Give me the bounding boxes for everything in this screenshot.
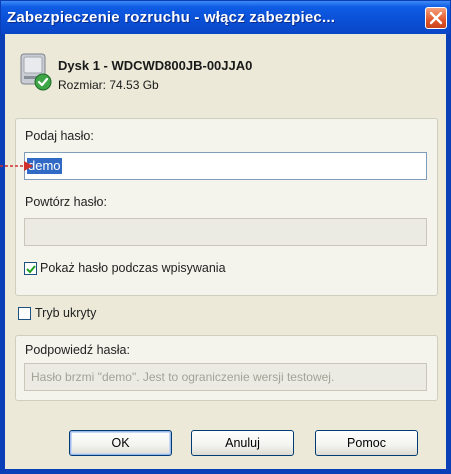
repeat-password-label: Powtórz hasło:	[25, 195, 107, 209]
checkmark-icon	[26, 265, 36, 274]
hidden-mode-checkbox[interactable]	[18, 307, 31, 320]
password-label: Podaj hasło:	[25, 129, 94, 143]
hint-value: Hasło brzmi "demo". Jest to ograniczenie…	[31, 370, 335, 384]
dialog-window: Zabezpieczenie rozruchu - włącz zabezpie…	[0, 0, 451, 474]
title-bar[interactable]: Zabezpieczenie rozruchu - włącz zabezpie…	[1, 1, 450, 34]
arrow-icon	[0, 161, 33, 171]
help-button[interactable]: Pomoc	[315, 430, 418, 456]
repeat-password-input[interactable]	[24, 218, 427, 246]
cancel-button[interactable]: Anuluj	[191, 430, 294, 456]
disk-name: Dysk 1 - WDCWD800JB-00JJA0	[58, 58, 253, 73]
disk-size: Rozmiar: 74.53 Gb	[58, 78, 159, 92]
password-group: Podaj hasło: demo Powtórz hasło: Pokaż h…	[15, 118, 438, 296]
show-password-label[interactable]: Pokaż hasło podczas wpisywania	[40, 261, 226, 275]
hint-group: Podpowiedź hasła: Hasło brzmi "demo". Je…	[15, 335, 438, 401]
hidden-mode-label[interactable]: Tryb ukryty	[35, 306, 96, 320]
password-input[interactable]: demo	[24, 152, 427, 180]
window-title: Zabezpieczenie rozruchu - włącz zabezpie…	[7, 9, 336, 26]
show-password-checkbox[interactable]	[24, 262, 37, 275]
close-icon	[429, 11, 443, 25]
close-button[interactable]	[425, 7, 447, 29]
dialog-body: Dysk 1 - WDCWD800JB-00JJA0 Rozmiar: 74.5…	[5, 34, 446, 469]
hard-disk-check-icon	[20, 53, 52, 91]
hint-input[interactable]: Hasło brzmi "demo". Jest to ograniczenie…	[24, 363, 427, 391]
ok-button[interactable]: OK	[69, 430, 172, 456]
hint-label: Podpowiedź hasła:	[25, 343, 130, 357]
